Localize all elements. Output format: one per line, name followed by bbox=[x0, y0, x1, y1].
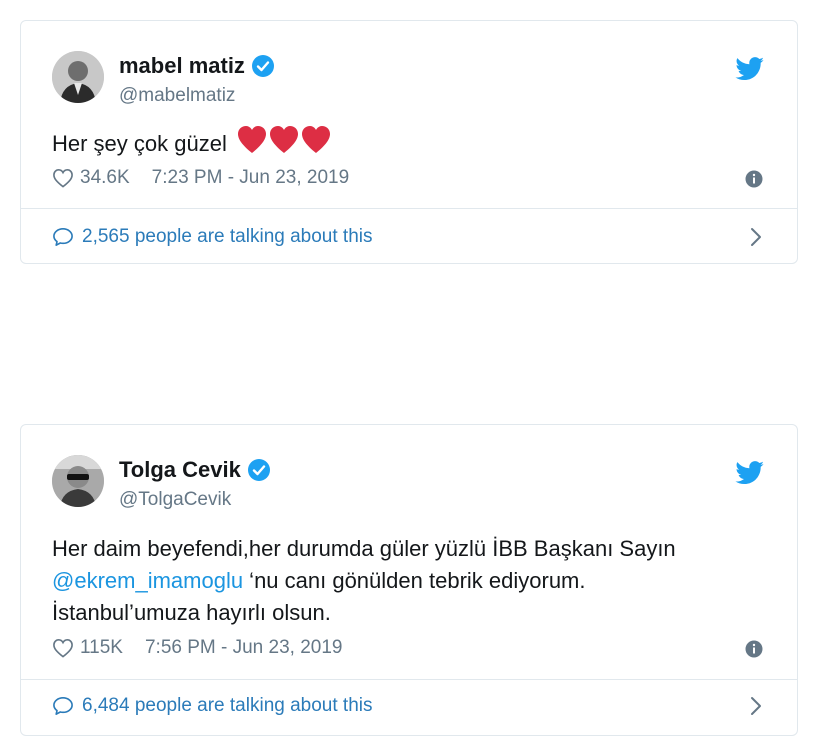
tweet-text-line-1: Her daim beyefendi,her durumda güler yüz… bbox=[52, 536, 676, 561]
chevron-right-icon[interactable] bbox=[749, 227, 763, 247]
info-icon[interactable] bbox=[745, 640, 763, 658]
twitter-bird-icon[interactable] bbox=[735, 461, 765, 485]
info-icon[interactable] bbox=[745, 170, 763, 188]
timestamp[interactable]: 7:23 PM - Jun 23, 2019 bbox=[152, 167, 350, 189]
tweet-meta: 34.6K 7:23 PM - Jun 23, 2019 bbox=[52, 167, 349, 189]
tweet-text-content: Her şey çok güzel bbox=[52, 131, 227, 156]
tweet-text-line-2-rest: ‘nu canı gönülden tebrik ediyorum. bbox=[243, 568, 586, 593]
verified-badge-icon bbox=[251, 55, 274, 77]
twitter-bird-icon[interactable] bbox=[735, 57, 765, 81]
talking-count-text[interactable]: 2,565 people are talking about this bbox=[82, 226, 373, 248]
red-hearts-emoji bbox=[237, 125, 331, 164]
avatar[interactable] bbox=[52, 51, 104, 103]
talking-link[interactable]: 6,484 people are talking about this bbox=[52, 695, 373, 717]
author-handle[interactable]: @TolgaCevik bbox=[119, 489, 231, 511]
talking-link[interactable]: 2,565 people are talking about this bbox=[52, 226, 373, 248]
avatar[interactable] bbox=[52, 455, 104, 507]
mention-link[interactable]: @ekrem_imamoglu bbox=[52, 568, 243, 593]
tweet-text-line-3: İstanbul’umuza hayırlı olsun. bbox=[52, 600, 331, 625]
heart-outline-icon[interactable] bbox=[52, 638, 74, 658]
divider bbox=[21, 679, 797, 680]
author-name[interactable]: mabel matiz bbox=[119, 53, 245, 79]
timestamp[interactable]: 7:56 PM - Jun 23, 2019 bbox=[145, 637, 343, 659]
chevron-right-icon[interactable] bbox=[749, 696, 763, 716]
author-name[interactable]: Tolga Cevik bbox=[119, 457, 241, 483]
tweet-text-line-2: @ekrem_imamoglu ‘nu canı gönülden tebrik… bbox=[52, 565, 676, 597]
divider bbox=[21, 208, 797, 209]
author-handle[interactable]: @mabelmatiz bbox=[119, 85, 235, 107]
tweet-text: Her şey çok güzel bbox=[52, 125, 331, 164]
tweet-card-2[interactable]: Tolga Cevik @TolgaCevik Her daim beyefen… bbox=[20, 424, 798, 736]
like-count[interactable]: 115K bbox=[80, 637, 123, 659]
like-count[interactable]: 34.6K bbox=[80, 167, 130, 189]
heart-outline-icon[interactable] bbox=[52, 168, 74, 188]
tweet-meta: 115K 7:56 PM - Jun 23, 2019 bbox=[52, 637, 342, 659]
comment-bubble-icon bbox=[53, 697, 73, 715]
tweet-card-1[interactable]: mabel matiz @mabelmatiz Her şey çok güze… bbox=[20, 20, 798, 264]
talking-count-text[interactable]: 6,484 people are talking about this bbox=[82, 695, 373, 717]
tweet-text: Her daim beyefendi,her durumda güler yüz… bbox=[52, 533, 676, 629]
comment-bubble-icon bbox=[53, 228, 73, 246]
verified-badge-icon bbox=[247, 459, 270, 481]
